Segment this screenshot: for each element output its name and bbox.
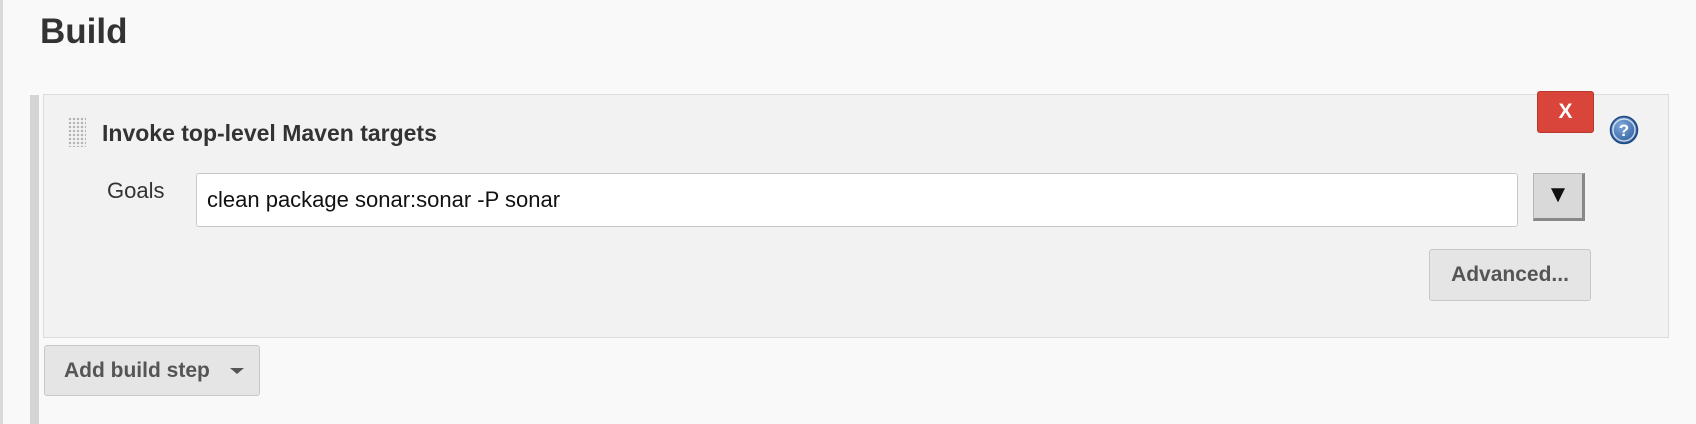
build-step-marker bbox=[30, 95, 39, 424]
drag-handle-icon[interactable] bbox=[68, 117, 86, 147]
help-icon[interactable]: ? bbox=[1609, 115, 1639, 145]
svg-text:?: ? bbox=[1619, 121, 1629, 140]
page-left-border bbox=[0, 0, 3, 424]
expand-goals-button[interactable]: ▼ bbox=[1533, 173, 1585, 221]
goals-label: Goals bbox=[107, 178, 165, 203]
add-build-step-button[interactable]: Add build step bbox=[44, 345, 260, 396]
build-step-panel: Invoke top-level Maven targets X ? Goals… bbox=[43, 91, 1669, 338]
delete-step-button[interactable]: X bbox=[1537, 91, 1594, 133]
add-build-step-label: Add build step bbox=[64, 359, 210, 382]
advanced-button[interactable]: Advanced... bbox=[1429, 249, 1591, 301]
build-step-title: Invoke top-level Maven targets bbox=[102, 120, 437, 146]
section-title: Build bbox=[40, 12, 128, 51]
caret-down-icon bbox=[230, 368, 244, 374]
goals-input[interactable] bbox=[196, 173, 1518, 227]
